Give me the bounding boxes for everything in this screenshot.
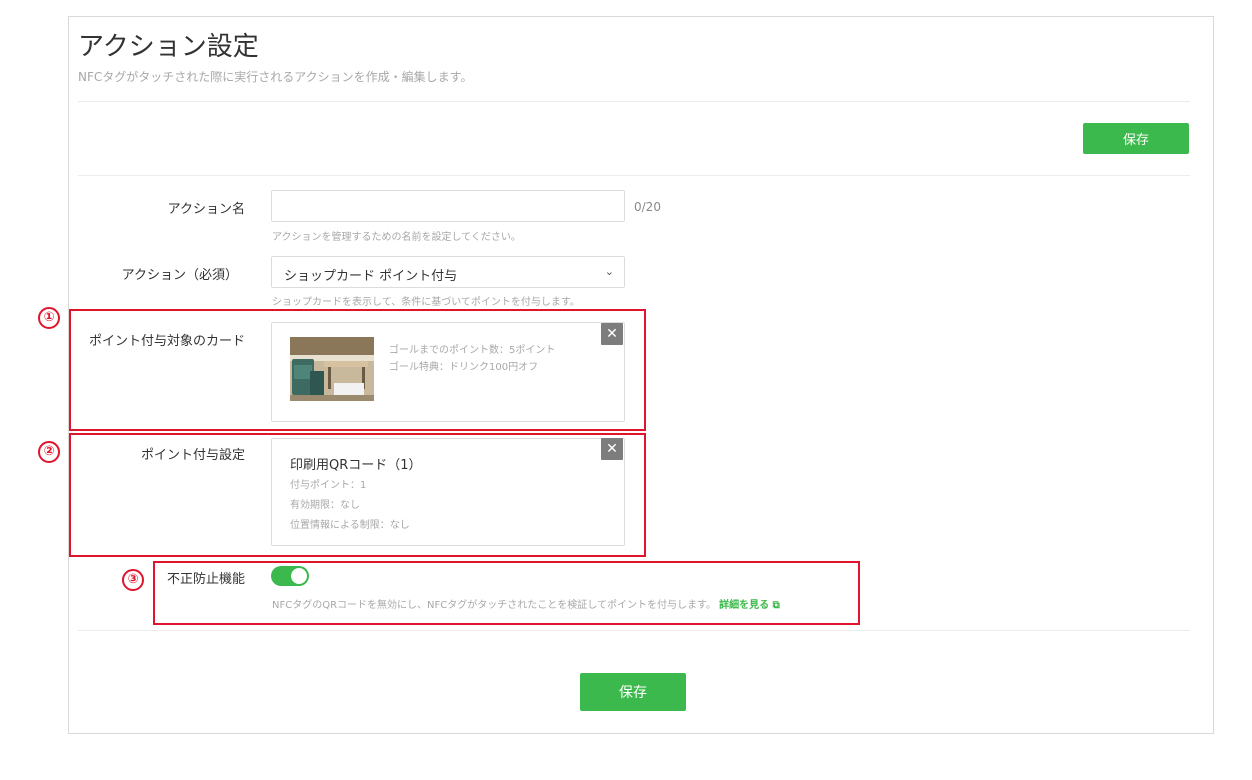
action-type-help: ショップカードを表示して、条件に基づいてポイントを付与します。 [272,297,580,308]
annotation-box-1 [69,309,646,431]
action-name-help: アクションを管理するための名前を設定してください。 [272,232,521,243]
annotation-badge-3: ③ [122,569,144,591]
divider [78,175,1190,176]
annotation-badge-2: ② [38,441,60,463]
page-subtitle: NFCタグがタッチされた際に実行されるアクションを作成・編集します。 [78,70,473,84]
save-button-top[interactable]: 保存 [1083,123,1189,154]
divider [78,630,1190,631]
action-type-value: ショップカード ポイント付与 [284,269,458,284]
save-button-bottom[interactable]: 保存 [580,673,686,711]
action-type-label: アクション（必須） [121,268,238,283]
action-type-select[interactable]: ショップカード ポイント付与 ⌄ [271,256,625,288]
annotation-badge-1: ① [38,307,60,329]
annotation-box-2 [69,433,646,557]
divider [78,101,1190,102]
page-title: アクション設定 [78,32,259,62]
character-counter: 0/20 [634,200,661,214]
annotation-box-3 [153,561,860,625]
action-name-input[interactable] [271,190,625,222]
action-name-label: アクション名 [167,202,245,217]
chevron-down-icon: ⌄ [604,265,614,278]
